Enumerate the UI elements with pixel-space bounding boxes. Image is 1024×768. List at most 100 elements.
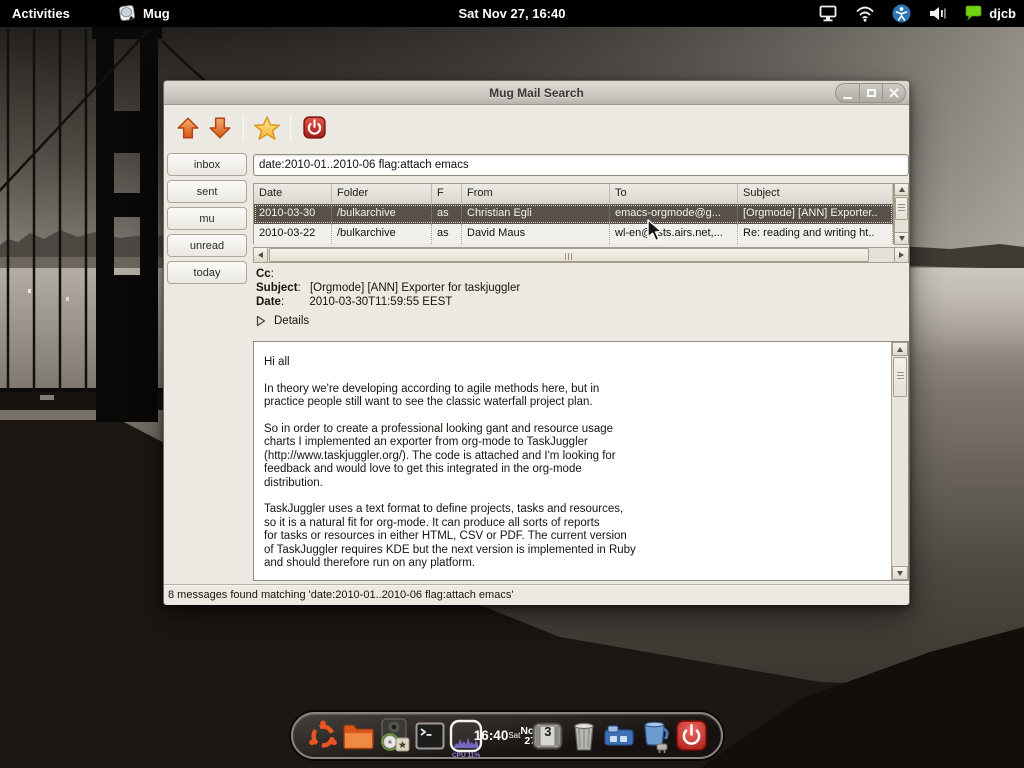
wifi-icon[interactable] [855,5,875,22]
maximize-button[interactable] [859,83,882,103]
scroll-left-button[interactable] [253,247,268,263]
left-arrow-icon [258,252,263,258]
paragraph: In theory we're developing according to … [264,383,881,410]
username: djcb [989,6,1016,21]
activities-button[interactable]: Activities [12,0,70,27]
desktop: Activities Mug Sat Nov 27, 16:40 [0,0,1024,768]
grip-icon [897,372,904,381]
quit-button[interactable] [298,112,330,144]
ubuntu-logo-icon [307,720,339,752]
paragraph: TaskJuggler uses a text format to define… [264,503,881,571]
table-row[interactable]: 2010-03-22 /bulkarchive as David Maus wl… [254,224,893,244]
paragraph: So in order to create a professional loo… [264,423,881,491]
app-menu-label: Mug [143,6,170,21]
media-player-icon [377,718,411,754]
header-date: Date: 2010-03-30T11:59:55 EEST [256,295,906,309]
paragraph: Hi all [264,356,881,370]
top-bar: Activities Mug Sat Nov 27, 16:40 [0,0,1024,27]
column-header-to[interactable]: To [610,184,738,204]
folder-icon [342,721,375,751]
status-bar: 8 messages found matching 'date:2010-01.… [164,584,909,605]
hardware-icon [602,722,636,750]
up-arrow-icon [899,187,905,192]
window-title: Mug Mail Search [489,86,584,100]
up-arrow-icon [897,347,903,352]
system-status-area: djcb [818,0,1016,27]
column-header-folder[interactable]: Folder [332,184,432,204]
sidebar-item-today[interactable]: today [167,261,247,284]
scroll-up-button[interactable] [894,183,909,196]
mixer-pitcher-icon [638,719,672,753]
column-header-flags[interactable]: F [432,184,462,204]
search-input[interactable] [253,154,909,176]
sidebar-item-unread[interactable]: unread [167,234,247,257]
message-vertical-scrollbar[interactable] [891,342,908,580]
message-text: Hi all In theory we're developing accord… [254,342,891,580]
up-arrow-icon [175,115,201,141]
minimize-button[interactable] [836,83,859,103]
sidebar-item-mu[interactable]: mu [167,207,247,230]
display-icon[interactable] [818,5,838,22]
terminal-launcher[interactable] [412,715,448,757]
terminal-icon [414,721,446,751]
app-menu[interactable]: Mug [118,0,170,27]
cpu-usage-label: CPU 11% [448,752,484,759]
message-table: Date Folder F From To Subject 2010-03-30… [253,183,894,244]
expander-triangle-icon [256,315,266,327]
accessibility-icon[interactable] [892,4,911,23]
header-cc: Cc: [256,267,906,281]
previous-message-button[interactable] [172,112,204,144]
scrollbar-thumb[interactable] [893,357,907,397]
calendar-day: 3 [530,724,566,739]
dock: CPU 11% 16:40 Sat Nov 27 3 [291,712,723,759]
down-arrow-icon [207,115,233,141]
header-subject: Subject: [Orgmode] [ANN] Exporter for ta… [256,281,906,295]
flag-message-button[interactable] [251,112,283,144]
status-text: 8 messages found matching 'date:2010-01.… [168,589,513,601]
next-message-button[interactable] [204,112,236,144]
scroll-down-button[interactable] [894,232,909,245]
toolbar-separator [243,115,244,141]
maximize-icon [867,89,876,97]
clock-applet[interactable]: 16:40 Sat Nov 27 [484,715,530,757]
list-horizontal-scrollbar[interactable] [253,247,909,263]
sidebar-item-inbox[interactable]: inbox [167,153,247,176]
grip-icon [898,204,905,213]
volume-icon[interactable] [928,5,947,22]
down-arrow-icon [899,236,905,241]
mouse-cursor [646,219,668,243]
column-header-date[interactable]: Date [254,184,332,204]
shutdown-button[interactable] [673,715,709,757]
power-manager-applet[interactable] [637,715,673,757]
scroll-down-button[interactable] [892,566,908,580]
file-manager-launcher[interactable] [341,715,377,757]
list-vertical-scrollbar[interactable] [894,183,909,245]
scrollbar-thumb[interactable] [895,197,908,220]
details-expander[interactable]: Details [256,314,906,328]
scroll-up-button[interactable] [892,342,908,356]
close-button[interactable] [882,83,905,103]
table-header-row: Date Folder F From To Subject [254,184,893,204]
message-body-view: Hi all In theory we're developing accord… [253,341,909,581]
grip-icon [565,253,574,260]
scroll-right-button[interactable] [894,247,909,263]
column-header-subject[interactable]: Subject [738,184,893,204]
calendar-applet[interactable]: 3 [530,715,566,757]
sidebar-item-sent[interactable]: sent [167,180,247,203]
ubuntu-launcher[interactable] [305,715,341,757]
titlebar[interactable]: Mug Mail Search [164,81,909,105]
hardware-monitor-applet[interactable] [602,715,638,757]
right-arrow-icon [899,252,904,258]
power-icon [675,719,708,752]
trash-icon [569,720,599,752]
column-header-from[interactable]: From [462,184,610,204]
activities-label: Activities [12,6,70,21]
toolbar [164,106,909,149]
minimize-icon [843,97,852,99]
mug-mail-search-window: Mug Mail Search [163,80,910,605]
media-player-launcher[interactable] [377,715,413,757]
trash-applet[interactable] [566,715,602,757]
table-row-selected[interactable]: 2010-03-30 /bulkarchive as Christian Egl… [254,204,893,224]
scrollbar-thumb[interactable] [269,248,869,262]
user-menu[interactable]: djcb [964,0,1016,27]
